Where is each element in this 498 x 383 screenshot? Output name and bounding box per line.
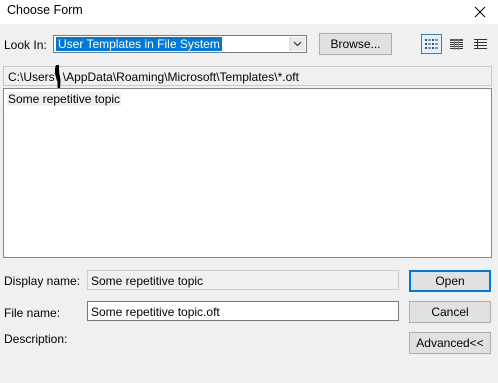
form-file-list[interactable]: Some repetitive topic: [3, 88, 492, 258]
look-in-selected-value: User Templates in File System: [56, 37, 222, 51]
close-icon: [474, 6, 486, 18]
browse-button[interactable]: Browse...: [319, 33, 392, 55]
title-bar: Choose Form: [0, 0, 498, 24]
details-view-icon: [450, 38, 463, 50]
file-name-label: File name:: [4, 306, 61, 320]
choose-form-dialog: Choose Form Look In: User Templates in F…: [0, 0, 498, 383]
display-name-field: Some repetitive topic: [87, 270, 399, 290]
description-label: Description:: [4, 332, 68, 346]
list-item[interactable]: Some repetitive topic: [7, 92, 122, 106]
file-name-input[interactable]: Some repetitive topic.oft: [87, 301, 399, 321]
look-in-dropdown[interactable]: User Templates in File System: [53, 35, 307, 53]
dialog-title: Choose Form: [7, 3, 83, 17]
display-name-label: Display name:: [4, 274, 81, 288]
dropdown-arrow-button[interactable]: [289, 37, 305, 51]
advanced-button[interactable]: Advanced<<: [409, 332, 491, 354]
list-view-button[interactable]: [421, 34, 442, 54]
details-view-button[interactable]: [446, 34, 467, 54]
list-view-icon: [425, 38, 438, 49]
open-button[interactable]: Open: [409, 270, 491, 292]
large-icons-view-button[interactable]: [470, 34, 491, 54]
large-icons-view-icon: [474, 38, 487, 49]
folder-path: C:\Users\ \AppData\Roaming\Microsoft\Tem…: [3, 66, 492, 86]
look-in-label: Look In:: [4, 38, 47, 52]
close-button[interactable]: [462, 0, 498, 24]
cancel-button[interactable]: Cancel: [409, 301, 491, 323]
chevron-down-icon: [293, 41, 302, 47]
